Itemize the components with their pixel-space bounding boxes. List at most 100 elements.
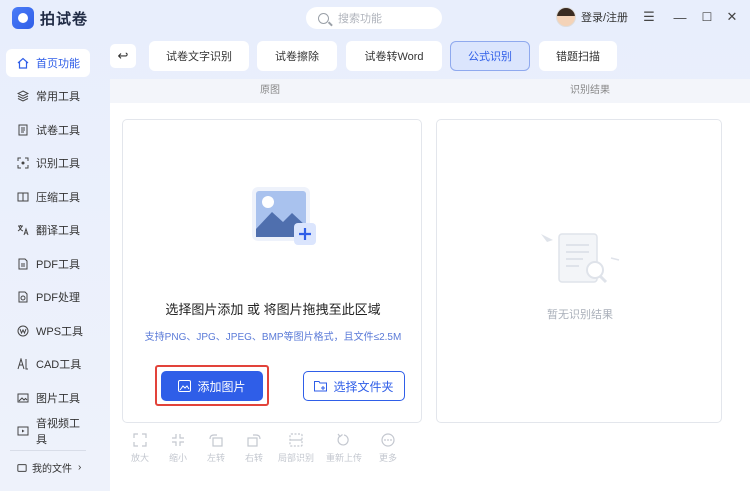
more-icon: [381, 433, 395, 447]
content-area: 选择图片添加 或 将图片拖拽至此区域 支持PNG、JPG、JPEG、BMP等图片…: [110, 103, 750, 491]
zoom-out-label: 缩小: [168, 453, 187, 463]
sidebar: 首页功能 常用工具 试卷工具 识别工具 压缩工具 翻译工具 PDF工具 PDF处…: [0, 38, 96, 491]
sidebar-item-label: 图片工具: [36, 393, 80, 405]
main-panel: ↩ 试卷文字识别 试卷擦除 试卷转Word 公式识别 错题扫描 原图 识别结果 …: [96, 38, 750, 491]
pdf-process-icon: [17, 291, 29, 303]
sidebar-item-label: WPS工具: [36, 326, 84, 338]
home-icon: [17, 57, 29, 69]
scan-icon: [17, 157, 29, 169]
my-files-label: 我的文件: [32, 464, 72, 475]
reupload-tool[interactable]: 重新上传: [322, 433, 366, 464]
sidebar-item-label: 试卷工具: [36, 125, 80, 137]
compress-icon: [17, 191, 29, 203]
avatar: [556, 7, 576, 27]
zoom-in-label: 放大: [130, 453, 149, 463]
sidebar-item-label: 音视频工具: [36, 418, 80, 446]
sidebar-item-pdf-process[interactable]: PDF处理: [6, 283, 90, 311]
zoom-in-tool[interactable]: 放大: [122, 433, 158, 464]
rotate-right-tool[interactable]: 右转: [236, 433, 272, 464]
user-login[interactable]: 登录/注册: [556, 7, 628, 27]
sidebar-item-label: 常用工具: [36, 91, 80, 103]
select-folder-button[interactable]: 选择文件夹: [303, 371, 405, 401]
zoom-in-icon: [133, 433, 147, 447]
add-image-button[interactable]: 添加图片: [161, 371, 263, 401]
tab-exam-to-word[interactable]: 试卷转Word: [346, 41, 442, 71]
upload-hint: 支持PNG、JPG、JPEG、BMP等图片格式，且文件≤2.5M: [144, 332, 402, 343]
cad-icon: [17, 358, 29, 370]
rotate-left-label: 左转: [206, 453, 225, 463]
rotate-right-icon: [247, 434, 261, 447]
tab-formula-recognize[interactable]: 公式识别: [450, 41, 530, 71]
my-files-link[interactable]: 我的文件 ›: [17, 460, 81, 475]
empty-result-text: 暂无识别结果: [547, 309, 613, 321]
pdf-icon: [17, 258, 29, 270]
tab-mistake-scan[interactable]: 错题扫描: [539, 41, 617, 71]
sidebar-item-label: 压缩工具: [36, 192, 80, 204]
search-icon: [318, 12, 329, 24]
back-arrow-icon: ↩: [117, 48, 129, 63]
folder-icon: [17, 463, 27, 473]
sidebar-item-recognize-tools[interactable]: 识别工具: [6, 149, 90, 177]
sidebar-item-label: CAD工具: [36, 359, 82, 371]
more-label: 更多: [378, 453, 397, 463]
sidebar-item-common-tools[interactable]: 常用工具: [6, 82, 90, 110]
chevron-right-icon: ›: [78, 462, 82, 473]
search-box[interactable]: 搜索功能: [306, 7, 442, 29]
add-image-label: 添加图片: [197, 379, 246, 394]
layers-icon: [17, 90, 29, 102]
sidebar-item-label: PDF工具: [36, 259, 80, 271]
app-logo: 拍试卷: [12, 7, 88, 29]
wps-icon: [17, 325, 29, 337]
sidebar-item-cad-tools[interactable]: CAD工具: [6, 350, 90, 378]
exam-icon: [17, 124, 29, 136]
sidebar-item-compress-tools[interactable]: 压缩工具: [6, 183, 90, 211]
search-placeholder: 搜索功能: [338, 13, 382, 25]
back-button[interactable]: ↩: [110, 44, 136, 68]
sidebar-item-home[interactable]: 首页功能: [6, 49, 90, 77]
more-tool[interactable]: 更多: [370, 433, 406, 464]
rotate-right-label: 右转: [244, 453, 263, 463]
minimize-icon[interactable]: —: [673, 9, 687, 25]
panel-header: 原图 识别结果: [110, 79, 750, 103]
sidebar-item-label: PDF处理: [36, 292, 80, 304]
original-label: 原图: [260, 85, 280, 96]
image-icon: [17, 392, 29, 404]
sidebar-item-translate-tools[interactable]: 翻译工具: [6, 216, 90, 244]
sidebar-item-label: 识别工具: [36, 158, 80, 170]
partial-recognize-tool[interactable]: 局部识别: [274, 433, 318, 464]
sidebar-item-pdf-tools[interactable]: PDF工具: [6, 250, 90, 278]
result-label: 识别结果: [570, 85, 610, 96]
upload-dropzone[interactable]: 选择图片添加 或 将图片拖拽至此区域 支持PNG、JPG、JPEG、BMP等图片…: [122, 119, 422, 423]
sidebar-item-wps-tools[interactable]: WPS工具: [6, 317, 90, 345]
reupload-icon: [337, 433, 349, 446]
app-logo-icon: [12, 7, 34, 29]
add-image-icon: [178, 380, 192, 392]
menu-icon[interactable]: ☰: [642, 9, 656, 25]
upload-image-icon: [252, 187, 316, 245]
partial-recognize-icon: [289, 433, 303, 447]
sidebar-item-image-tools[interactable]: 图片工具: [6, 384, 90, 412]
sidebar-item-exam-tools[interactable]: 试卷工具: [6, 116, 90, 144]
translate-icon: [17, 224, 29, 236]
zoom-out-tool[interactable]: 缩小: [160, 433, 196, 464]
app-name: 拍试卷: [40, 10, 89, 28]
rotate-left-icon: [209, 434, 223, 447]
select-folder-label: 选择文件夹: [333, 379, 394, 394]
empty-result-icon: [541, 233, 620, 284]
maximize-icon[interactable]: ☐: [700, 9, 714, 25]
rotate-left-tool[interactable]: 左转: [198, 433, 234, 464]
zoom-out-icon: [172, 434, 184, 446]
title-bar: 拍试卷 搜索功能 登录/注册 ☰ — ☐ ✕: [0, 0, 750, 38]
media-icon: [17, 425, 29, 437]
tab-exam-ocr[interactable]: 试卷文字识别: [149, 41, 249, 71]
close-icon[interactable]: ✕: [725, 9, 739, 25]
sidebar-item-media-tools[interactable]: 音视频工具: [6, 417, 90, 446]
tab-exam-erase[interactable]: 试卷擦除: [257, 41, 337, 71]
reupload-label: 重新上传: [325, 453, 362, 463]
upload-title: 选择图片添加 或 将图片拖拽至此区域: [165, 302, 381, 317]
result-panel: 暂无识别结果: [436, 119, 722, 423]
folder-add-icon: [314, 381, 328, 392]
sidebar-item-label: 翻译工具: [36, 225, 80, 237]
login-label: 登录/注册: [581, 12, 629, 24]
partial-recognize-label: 局部识别: [277, 453, 314, 463]
